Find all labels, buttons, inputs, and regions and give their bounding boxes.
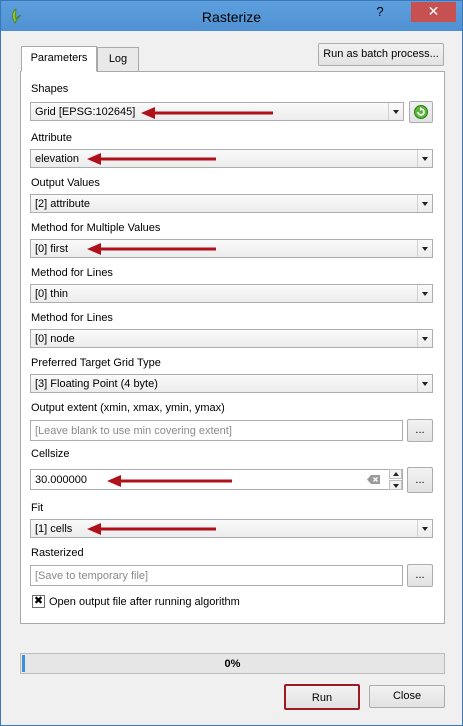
method-lines-value: [0] thin xyxy=(35,288,69,300)
method-lines-2-value: [0] node xyxy=(35,333,75,345)
rasterized-browse-button[interactable]: ... xyxy=(407,564,433,587)
chevron-down-icon xyxy=(417,375,432,392)
progress-text: 0% xyxy=(224,658,241,670)
tab-parameters[interactable]: Parameters xyxy=(21,46,97,72)
chevron-down-icon xyxy=(417,240,432,257)
method-multiple-value: [0] first xyxy=(35,243,69,255)
title-bar[interactable]: Rasterize ? ✕ xyxy=(1,1,462,31)
fit-combo[interactable]: [1] cells xyxy=(30,519,433,538)
fit-value: [1] cells xyxy=(35,523,73,535)
output-values-value: [2] attribute xyxy=(35,198,91,210)
method-lines-2-label: Method for Lines xyxy=(31,312,113,324)
chevron-down-icon xyxy=(417,150,432,167)
run-as-batch-button[interactable]: Run as batch process... xyxy=(318,43,444,66)
extent-browse-button[interactable]: ... xyxy=(407,419,433,442)
progress-bar: 0% xyxy=(20,653,445,674)
grid-type-label: Preferred Target Grid Type xyxy=(31,357,161,369)
output-values-label: Output Values xyxy=(31,177,100,189)
close-button[interactable]: Close xyxy=(369,685,445,708)
shapes-value: Grid [EPSG:102645] xyxy=(35,106,136,118)
cellsize-input[interactable]: 30.000000 xyxy=(30,469,403,490)
chevron-down-icon xyxy=(417,330,432,347)
chevron-down-icon xyxy=(388,103,403,120)
cellsize-browse-button[interactable]: ... xyxy=(407,467,433,493)
open-output-checkbox[interactable]: ✖ xyxy=(32,595,45,608)
method-multiple-combo[interactable]: [0] first xyxy=(30,239,433,258)
method-lines-2-combo[interactable]: [0] node xyxy=(30,329,433,348)
tab-log[interactable]: Log xyxy=(97,47,139,72)
rasterize-dialog: Rasterize ? ✕ Parameters Log Run as batc… xyxy=(0,0,463,726)
open-output-label: Open output file after running algorithm xyxy=(49,596,240,608)
shapes-label: Shapes xyxy=(31,83,69,95)
cellsize-value: 30.000000 xyxy=(35,474,87,486)
cellsize-label: Cellsize xyxy=(31,448,70,460)
refresh-icon xyxy=(414,105,428,119)
rasterized-label: Rasterized xyxy=(31,547,84,559)
extent-label: Output extent (xmin, xmax, ymin, ymax) xyxy=(31,402,225,414)
close-window-button[interactable]: ✕ xyxy=(411,2,456,22)
fit-label: Fit xyxy=(31,502,44,514)
attribute-combo[interactable]: elevation xyxy=(30,149,433,168)
shapes-combo[interactable]: Grid [EPSG:102645] xyxy=(30,102,404,121)
rasterized-output-input[interactable]: [Save to temporary file] xyxy=(30,565,403,586)
chevron-down-icon xyxy=(417,195,432,212)
attribute-label: Attribute xyxy=(31,132,72,144)
extent-input[interactable]: [Leave blank to use min covering extent] xyxy=(30,420,403,441)
attribute-value: elevation xyxy=(35,153,80,165)
method-multiple-label: Method for Multiple Values xyxy=(31,222,161,234)
clear-icon[interactable] xyxy=(367,474,381,485)
output-values-combo[interactable]: [2] attribute xyxy=(30,194,433,213)
grid-type-combo[interactable]: [3] Floating Point (4 byte) xyxy=(30,374,433,393)
iterate-button[interactable] xyxy=(409,101,433,123)
chevron-down-icon xyxy=(417,520,432,537)
cellsize-increment-button[interactable] xyxy=(389,469,402,479)
grid-type-value: [3] Floating Point (4 byte) xyxy=(35,378,158,390)
chevron-down-icon xyxy=(417,285,432,302)
method-lines-label: Method for Lines xyxy=(31,267,113,279)
method-lines-combo[interactable]: [0] thin xyxy=(30,284,433,303)
help-button[interactable]: ? xyxy=(365,2,395,22)
run-button[interactable]: Run xyxy=(284,684,360,710)
extent-placeholder: [Leave blank to use min covering extent] xyxy=(35,425,232,437)
rasterized-placeholder: [Save to temporary file] xyxy=(35,570,149,582)
cellsize-decrement-button[interactable] xyxy=(389,480,402,490)
